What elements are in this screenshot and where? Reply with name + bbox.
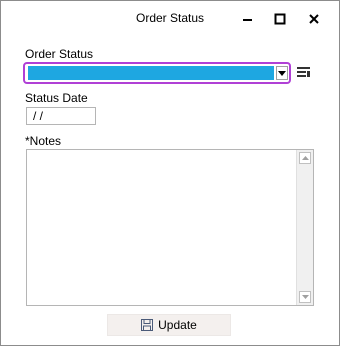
order-status-value[interactable] (28, 66, 274, 80)
update-button-label: Update (158, 318, 197, 332)
close-icon (309, 14, 319, 24)
order-status-select[interactable] (23, 62, 291, 84)
order-status-label: Order Status (25, 47, 94, 61)
save-icon (141, 319, 154, 331)
chevron-up-icon (301, 156, 309, 160)
dropdown-button[interactable] (276, 66, 288, 80)
maximize-icon (274, 13, 286, 25)
minimize-button[interactable] (233, 7, 263, 31)
chevron-down-icon (301, 295, 309, 299)
scroll-up-button[interactable] (299, 152, 311, 164)
list-icon[interactable] (297, 67, 311, 79)
maximize-button[interactable] (265, 7, 295, 31)
order-status-window: Order Status Order Status Status Date / … (0, 0, 340, 346)
chevron-down-icon (278, 70, 286, 76)
notes-textarea[interactable] (26, 149, 314, 306)
notes-scrollbar[interactable] (296, 150, 313, 305)
status-date-label: Status Date (25, 91, 88, 105)
title-bar: Order Status (1, 1, 339, 36)
close-button[interactable] (299, 7, 329, 31)
notes-label: *Notes (25, 134, 62, 148)
minimize-icon (243, 19, 252, 21)
status-date-input[interactable]: / / (26, 107, 96, 125)
scroll-down-button[interactable] (299, 291, 311, 303)
update-button[interactable]: Update (107, 314, 231, 336)
